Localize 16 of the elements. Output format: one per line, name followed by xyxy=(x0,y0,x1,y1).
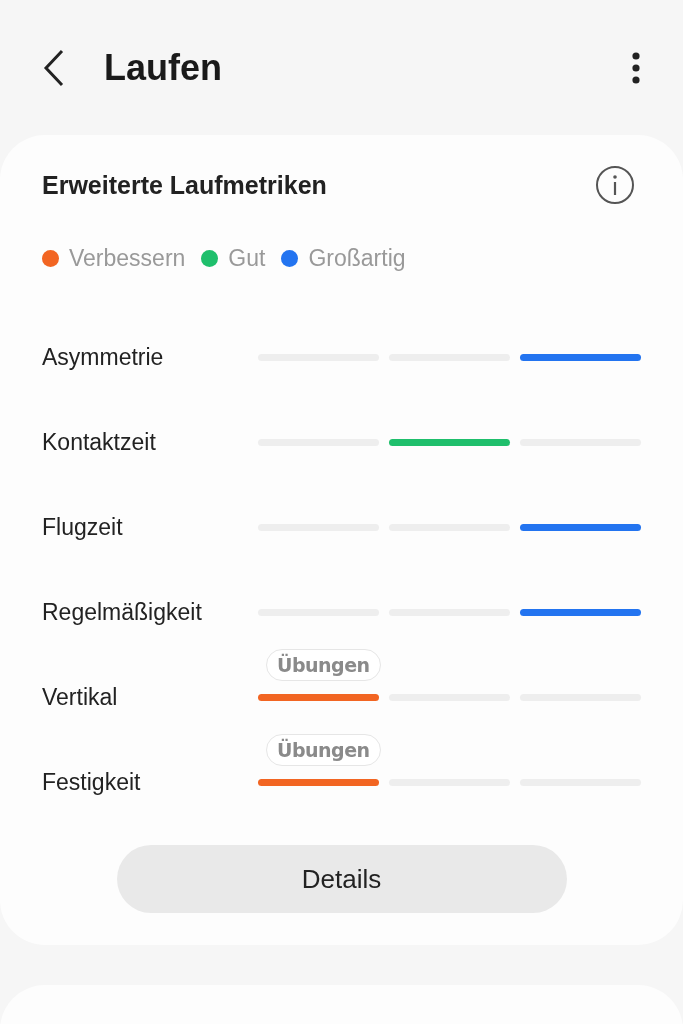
legend-label: Verbessern xyxy=(69,244,186,272)
metric-name: Kontaktzeit xyxy=(42,429,157,456)
info-icon[interactable] xyxy=(595,165,635,205)
tooltip: Übungen xyxy=(266,649,381,681)
metric-name: Regelmäßigkeit xyxy=(42,599,203,626)
metric-name: Flugzeit xyxy=(42,514,124,541)
metric-name: Vertikal xyxy=(42,684,119,711)
card-title: Erweiterte Laufmetriken xyxy=(42,170,327,200)
page-title: Laufen xyxy=(104,46,223,89)
more-options-icon[interactable] xyxy=(631,50,641,85)
tooltip: Übungen xyxy=(266,734,381,766)
metric-name: Asymmetrie xyxy=(42,344,165,371)
legend-label: Gut xyxy=(228,244,266,272)
details-button[interactable]: Details xyxy=(116,845,567,913)
metric-name: Festigkeit xyxy=(42,769,142,796)
legend-label: Großartig xyxy=(308,244,406,272)
